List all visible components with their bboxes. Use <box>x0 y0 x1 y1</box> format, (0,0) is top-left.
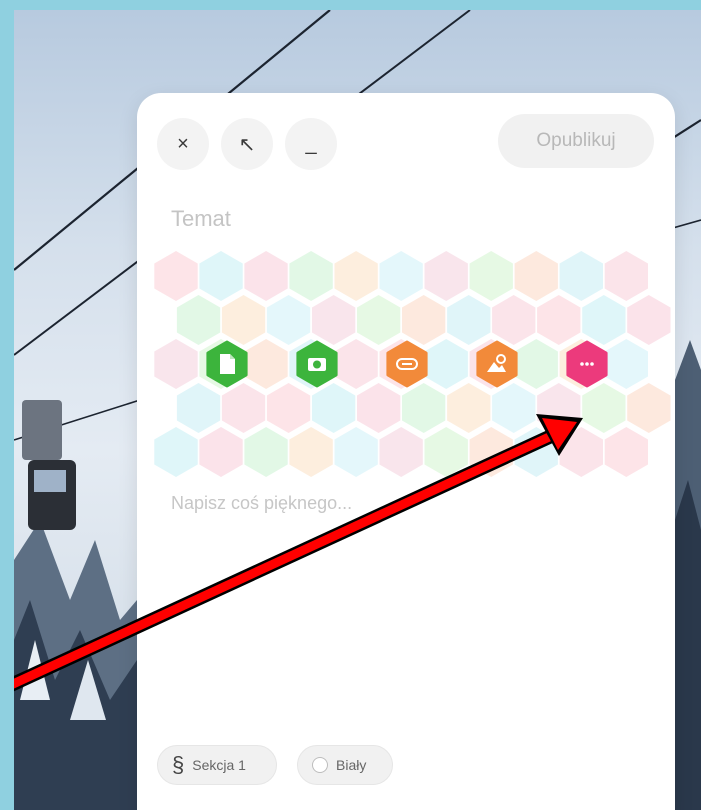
media-hex-grid <box>154 251 671 484</box>
camera-action-button[interactable] <box>296 340 338 388</box>
hex-cell <box>379 427 423 477</box>
hex-cell <box>424 427 468 477</box>
hex-cell <box>176 383 221 433</box>
body-textarea[interactable] <box>171 493 641 713</box>
hex-cell <box>582 383 626 433</box>
hex-cell <box>244 339 288 389</box>
hex-cell <box>537 383 581 433</box>
camera-icon <box>308 358 326 371</box>
hex-cell <box>334 339 378 389</box>
hex-cell <box>492 295 536 345</box>
hex-cell <box>312 383 356 433</box>
hex-cell <box>447 383 491 433</box>
hex-cell <box>402 383 446 433</box>
close-icon: × <box>177 132 189 155</box>
hex-cell <box>266 295 311 345</box>
hex-cell <box>266 383 311 433</box>
hex-cell <box>289 427 333 477</box>
hex-cell <box>559 251 603 301</box>
expand-icon: ↖ <box>238 133 256 156</box>
section-selector[interactable]: § Sekcja 1 <box>157 745 277 785</box>
minimize-icon: _ <box>305 132 317 155</box>
hex-cell <box>154 339 198 389</box>
expand-button[interactable]: ↖ <box>221 118 273 170</box>
publish-button[interactable]: Opublikuj <box>498 114 654 168</box>
minimize-button[interactable]: _ <box>285 118 337 170</box>
image-search-action-button[interactable] <box>476 340 518 388</box>
hex-cell <box>559 427 603 477</box>
hex-cell <box>537 295 581 345</box>
hex-cell <box>221 383 266 433</box>
more-icon <box>580 362 594 366</box>
left-border <box>0 0 14 810</box>
hex-cell <box>357 295 401 345</box>
screen: × ↖ _ Opublikuj § Sekcja 1 Biały <box>0 0 701 810</box>
hex-cell <box>469 251 513 301</box>
hex-cell <box>154 251 198 301</box>
section-icon: § <box>172 752 185 777</box>
hex-cell <box>627 383 671 433</box>
link-action-button[interactable] <box>386 340 428 388</box>
color-swatch-icon <box>312 757 328 773</box>
hex-cell <box>424 339 468 389</box>
hex-cell <box>199 251 243 301</box>
hex-cell <box>514 339 558 389</box>
hex-cell <box>312 295 356 345</box>
close-button[interactable]: × <box>157 118 209 170</box>
hex-cell <box>289 251 333 301</box>
hex-cell <box>627 295 671 345</box>
document-action-button[interactable] <box>206 340 248 388</box>
hex-cell <box>199 427 243 477</box>
hex-cell <box>244 427 288 477</box>
top-border <box>0 0 701 10</box>
hex-cell <box>379 251 423 301</box>
hex-cell <box>492 383 536 433</box>
hex-cell <box>582 295 626 345</box>
color-selector[interactable]: Biały <box>297 745 393 785</box>
hex-pattern <box>154 251 671 477</box>
hex-cell <box>514 251 558 301</box>
hex-cell <box>176 295 221 345</box>
more-action-button[interactable] <box>566 340 608 388</box>
hex-cell <box>334 251 378 301</box>
hex-cell <box>604 339 648 389</box>
new-post-panel: × ↖ _ Opublikuj § Sekcja 1 Biały <box>137 93 675 810</box>
hex-cell <box>221 295 266 345</box>
hex-cell <box>244 251 288 301</box>
hex-cell <box>604 251 648 301</box>
hex-cell <box>402 295 446 345</box>
hex-cell <box>334 427 378 477</box>
hex-cell <box>514 427 558 477</box>
document-icon <box>220 354 235 374</box>
hex-cell <box>469 427 513 477</box>
section-label: Sekcja 1 <box>192 757 246 773</box>
hex-cell <box>447 295 491 345</box>
hex-cell <box>357 383 401 433</box>
hex-cell <box>424 251 468 301</box>
hex-cell <box>604 427 648 477</box>
color-label: Biały <box>336 757 367 773</box>
subject-input[interactable] <box>171 201 631 237</box>
hex-cell <box>154 427 198 477</box>
